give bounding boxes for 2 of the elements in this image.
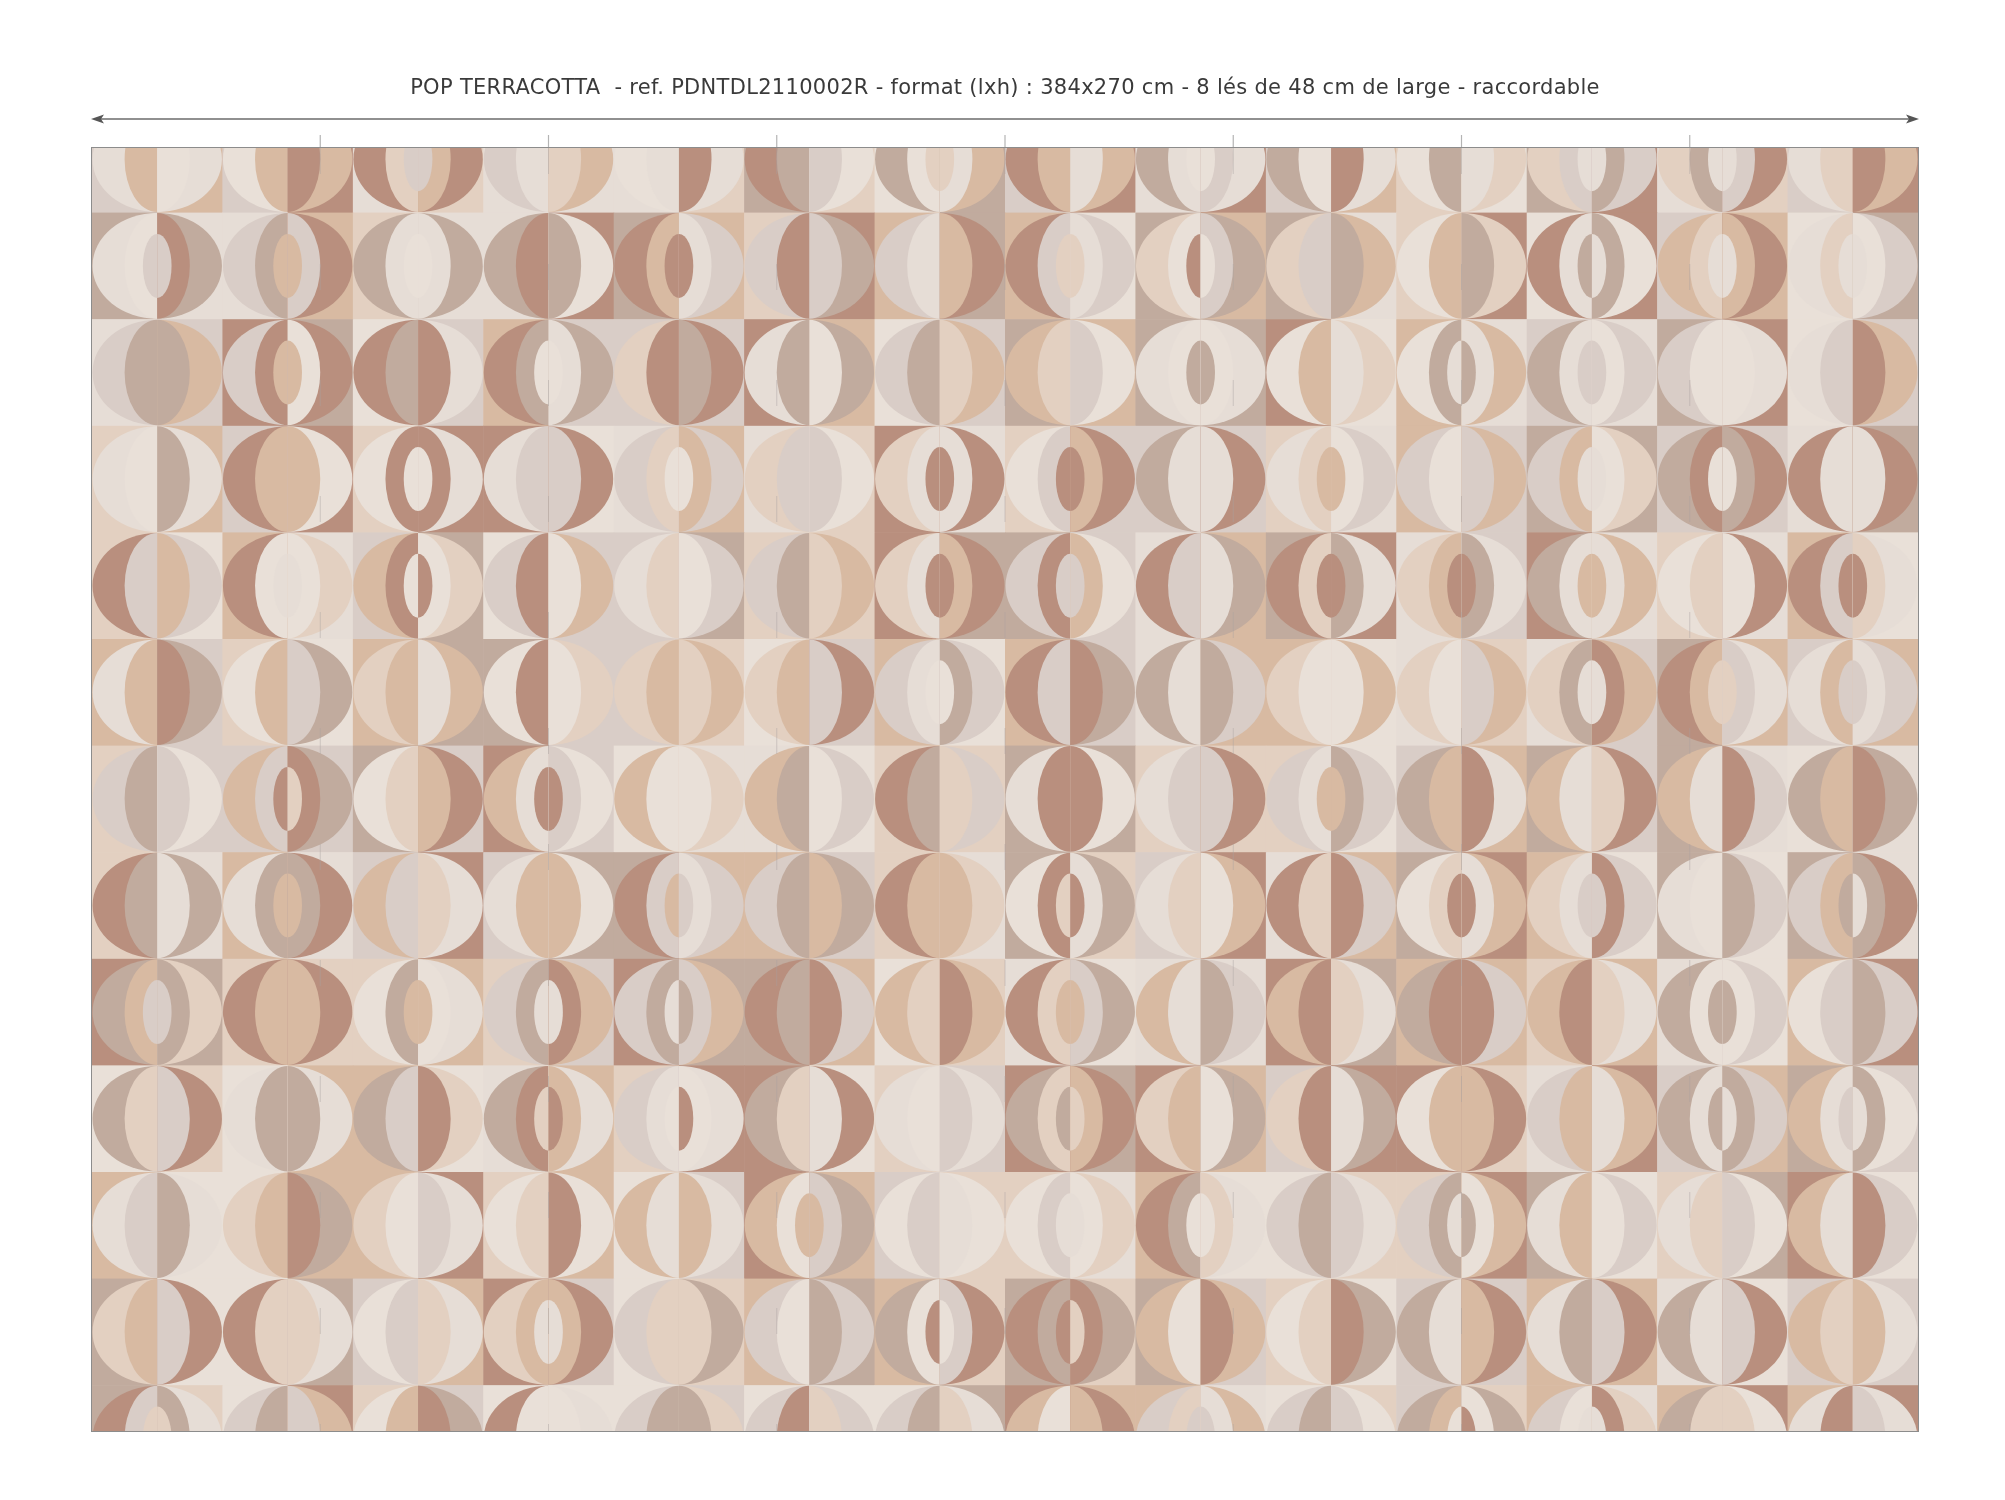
seam-tick-mark: [1004, 134, 1006, 147]
product-caption: POP TERRACOTTA - ref. PDNTDL2110002R - format (lxh) : 384x270 cm - 8 lés de 48 cm de large - raccordable: [410, 74, 1600, 100]
